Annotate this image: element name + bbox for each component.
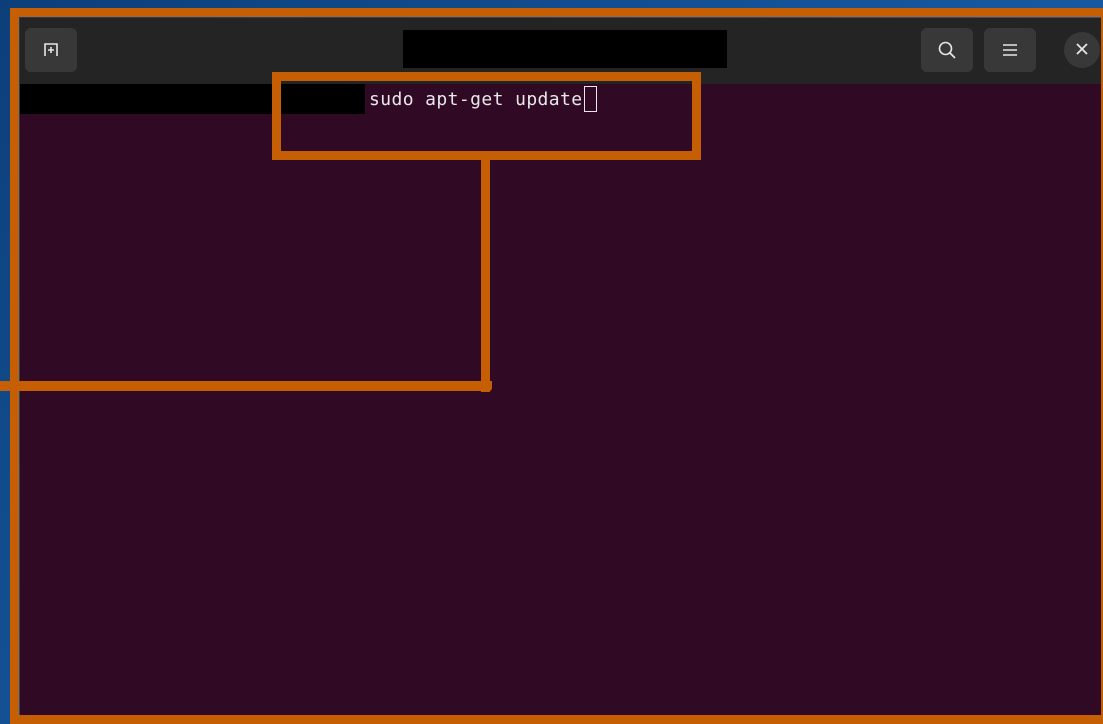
terminal-area[interactable]: sudo apt-get update [20, 84, 1103, 716]
menu-button[interactable] [984, 28, 1036, 72]
window-title [403, 30, 727, 68]
search-icon [937, 40, 957, 60]
header-bar [20, 18, 1103, 84]
close-icon [1075, 41, 1089, 60]
annotation-connector-vertical [481, 156, 490, 392]
shell-prompt [20, 84, 365, 114]
close-button[interactable] [1064, 32, 1100, 68]
terminal-window: sudo apt-get update [20, 18, 1103, 716]
typed-command: sudo apt-get update [369, 88, 583, 110]
new-tab-icon [42, 41, 60, 59]
new-tab-button[interactable] [25, 28, 77, 72]
text-cursor [583, 86, 597, 112]
hamburger-menu-icon [1001, 42, 1019, 58]
search-button[interactable] [921, 28, 973, 72]
command-line: sudo apt-get update [20, 84, 597, 114]
annotation-connector-horizontal [0, 381, 492, 391]
